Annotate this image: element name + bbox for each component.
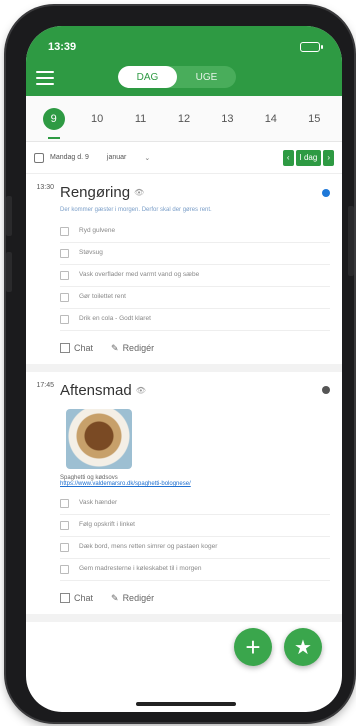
eye-icon[interactable]: 👁 — [136, 386, 146, 395]
event-title: Aftensmad 👁 — [60, 381, 146, 399]
edit-icon: ✎ — [111, 342, 119, 353]
screen: 13:39 DAG UGE 9 10 11 12 13 14 15 Mandag… — [26, 26, 342, 712]
plus-icon: + — [245, 632, 261, 662]
task-checkbox[interactable] — [60, 564, 69, 574]
task-checkbox[interactable] — [60, 542, 69, 552]
date-strip: 9 10 11 12 13 14 15 — [26, 96, 342, 142]
task-item[interactable]: Ryd gulvene — [60, 221, 330, 243]
task-item[interactable]: Gem madresterne i køleskabet til i morge… — [60, 559, 330, 581]
day-label: Mandag d. 9 — [50, 154, 89, 161]
recipe-link[interactable]: https://www.valdemarsro.dk/spaghetti-bol… — [60, 481, 330, 487]
date-item[interactable]: 13 — [206, 99, 249, 139]
task-checkbox[interactable] — [60, 248, 69, 258]
task-item[interactable]: Støvsug — [60, 243, 330, 265]
task-item[interactable]: Gør toilettet rent — [60, 287, 330, 309]
chat-button[interactable]: Chat — [60, 593, 93, 604]
view-toggle: DAG UGE — [118, 66, 236, 88]
task-item[interactable]: Dæk bord, mens retten simrer og pastaen … — [60, 537, 330, 559]
task-item[interactable]: Drik en cola - Godt klaret — [60, 309, 330, 331]
eye-icon[interactable]: 👁 — [134, 188, 144, 197]
chat-button[interactable]: Chat — [60, 343, 93, 354]
date-item[interactable]: 11 — [119, 99, 162, 139]
volume-down-button — [6, 252, 12, 292]
event-start-time: 13:30 — [36, 184, 54, 191]
status-dot — [322, 386, 330, 395]
date-number: 13 — [221, 113, 234, 125]
date-item[interactable]: 9 — [32, 99, 75, 139]
menu-icon[interactable] — [36, 71, 54, 85]
task-checkbox[interactable] — [60, 270, 69, 280]
calendar-icon[interactable] — [34, 152, 44, 163]
home-indicator — [136, 702, 236, 706]
task-checkbox[interactable] — [60, 226, 69, 236]
chat-icon — [60, 593, 70, 604]
day-navigation: ‹ I dag › — [282, 149, 334, 166]
favorite-button[interactable]: ★ — [284, 628, 322, 666]
volume-up-button — [6, 196, 12, 236]
task-checkbox[interactable] — [60, 292, 69, 302]
date-number: 10 — [91, 113, 104, 125]
date-item[interactable]: 15 — [293, 99, 336, 139]
week-selector-row: Mandag d. 9 januar ⌄ ‹ I dag › — [26, 142, 342, 174]
event-card[interactable]: 13:30 Rengøring 👁 Der kommer gæster i mor… — [26, 174, 342, 372]
status-bar: 13:39 — [26, 26, 342, 60]
month-dropdown[interactable]: januar — [107, 154, 126, 161]
event-actions: Chat ✎ Redigér — [60, 593, 330, 604]
event-time: 17:45 — [26, 382, 60, 604]
event-time: 13:30 — [26, 184, 60, 354]
tab-week[interactable]: UGE — [177, 66, 236, 88]
event-actions: Chat ✎ Redigér — [60, 343, 330, 354]
task-checkbox[interactable] — [60, 314, 69, 324]
add-button[interactable]: + — [234, 628, 272, 666]
task-item[interactable]: Vask hænder — [60, 493, 330, 515]
battery-icon — [300, 42, 323, 52]
chat-icon — [60, 343, 70, 354]
today-button[interactable]: I dag — [295, 149, 322, 166]
phone-frame: 13:39 DAG UGE 9 10 11 12 13 14 15 Mandag… — [6, 6, 354, 722]
task-item[interactable]: Vask overflader med varmt vand og sæbe — [60, 265, 330, 287]
event-title: Rengøring 👁 — [60, 184, 145, 201]
task-checkbox[interactable] — [60, 498, 69, 508]
power-button — [348, 206, 354, 276]
date-number: 9 — [42, 108, 65, 130]
task-checkbox[interactable] — [60, 520, 69, 530]
app-bar: DAG UGE — [26, 60, 342, 96]
date-item[interactable]: 14 — [249, 99, 292, 139]
food-image — [66, 408, 132, 469]
task-list: Vask hænder Følg opskrift i linket Dæk b… — [60, 493, 330, 581]
date-number: 14 — [264, 113, 277, 125]
date-number: 11 — [134, 113, 147, 125]
event-start-time: 17:45 — [36, 381, 54, 389]
prev-day-button[interactable]: ‹ — [282, 149, 294, 166]
task-item[interactable]: Følg opskrift i linket — [60, 515, 330, 537]
date-number: 15 — [308, 113, 321, 125]
star-icon: ★ — [294, 636, 312, 659]
date-number: 12 — [177, 113, 191, 125]
status-time: 13:39 — [48, 41, 77, 53]
date-item[interactable]: 12 — [162, 99, 205, 139]
event-card[interactable]: 17:45 Aftensmad 👁 Spaghetti og kødsovs ht… — [26, 372, 342, 622]
header: 13:39 DAG UGE — [26, 26, 342, 96]
edit-button[interactable]: ✎ Redigér — [111, 593, 154, 604]
tab-day[interactable]: DAG — [118, 66, 177, 88]
date-item[interactable]: 10 — [75, 99, 118, 139]
task-list: Ryd gulvene Støvsug Vask overflader med … — [60, 221, 330, 331]
next-day-button[interactable]: › — [323, 149, 334, 166]
event-description: Der kommer gæster i morgen. Derfor skal … — [60, 207, 212, 213]
edit-icon: ✎ — [111, 592, 119, 603]
status-dot — [322, 188, 330, 197]
chevron-down-icon: ⌄ — [144, 154, 151, 162]
edit-button[interactable]: ✎ Redigér — [111, 343, 154, 354]
